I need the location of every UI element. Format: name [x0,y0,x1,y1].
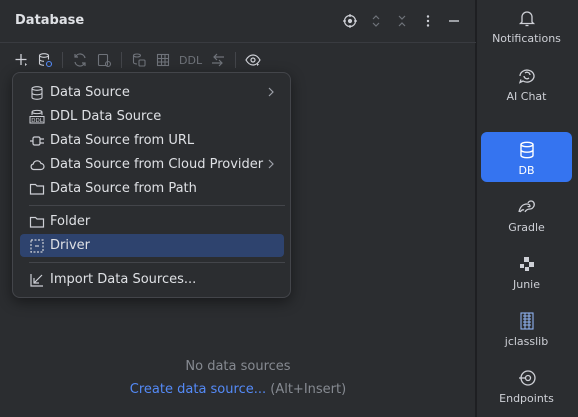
right-tool-strip: Notifications AI Chat DB Gradle Junie jc… [477,0,578,417]
menu-item-data-source-cloud[interactable]: Data Source from Cloud Provider [20,153,284,176]
more-options-icon[interactable] [418,11,438,31]
driver-icon [29,238,45,254]
database-icon [517,140,537,160]
schema-compare-icon[interactable] [93,49,115,71]
header-divider [0,42,476,43]
svg-text:DDL: DDL [31,118,43,124]
collapse-all-icon[interactable] [392,11,412,31]
endpoints-icon [517,368,537,388]
database-icon [29,85,45,101]
strip-item-ai-chat[interactable]: AI Chat [481,58,572,122]
add-popup-menu: Data Source DDL DDL Data Source Data Sou… [12,72,291,298]
menu-item-data-source-path[interactable]: Data Source from Path [20,177,284,200]
create-data-source-row: Create data source... (Alt+Insert) [0,382,476,397]
menu-separator [29,262,285,263]
strip-item-notifications[interactable]: Notifications [481,0,572,50]
cloud-icon [29,157,45,173]
locate-icon[interactable] [340,11,360,31]
strip-item-gradle[interactable]: Gradle [481,189,572,239]
database-toolbar: DDL [10,49,264,71]
create-data-source-link[interactable]: Create data source... [130,382,266,397]
empty-state-text: No data sources [185,359,291,374]
table-editor-icon[interactable] [152,49,174,71]
add-icon[interactable] [10,49,32,71]
jump-to-console-icon[interactable] [128,49,150,71]
gradle-icon [517,197,537,217]
menu-item-import-data-sources[interactable]: Import Data Sources... [20,268,284,291]
create-shortcut-hint: (Alt+Insert) [270,382,347,397]
toolbar-separator [121,52,122,68]
data-source-properties-icon[interactable] [34,49,56,71]
ddl-button[interactable]: DDL [176,49,205,71]
expand-all-icon[interactable] [366,11,386,31]
strip-item-junie[interactable]: Junie [481,246,572,296]
hide-icon[interactable] [444,11,464,31]
refresh-icon[interactable] [69,49,91,71]
plug-icon [29,133,45,149]
menu-item-folder[interactable]: Folder [20,210,284,233]
header-actions [340,11,464,31]
strip-item-db[interactable]: DB [481,132,572,182]
compare-arrows-icon[interactable] [207,49,229,71]
menu-item-data-source-url[interactable]: Data Source from URL [20,129,284,152]
folder-icon [29,181,45,197]
jclasslib-icon [517,311,537,331]
toolbar-separator [235,52,237,68]
ai-chat-icon [517,66,537,86]
menu-item-data-source[interactable]: Data Source [20,81,284,104]
menu-separator [29,205,285,206]
chevron-right-icon [265,85,277,99]
menu-item-ddl-data-source[interactable]: DDL DDL Data Source [20,105,284,128]
ddl-icon: DDL [29,109,45,125]
junie-icon [517,254,537,274]
strip-item-endpoints[interactable]: Endpoints [481,360,572,410]
strip-item-jclasslib[interactable]: jclasslib [481,303,572,353]
folder-icon [29,214,45,230]
tool-window-header: Database [0,0,476,42]
menu-item-driver[interactable]: Driver [20,234,284,257]
toolbar-separator [62,52,63,68]
import-icon [29,272,45,288]
view-options-icon[interactable] [242,49,264,71]
bell-icon [517,8,537,28]
chevron-right-icon [265,157,277,171]
tool-window-title: Database [15,13,85,28]
